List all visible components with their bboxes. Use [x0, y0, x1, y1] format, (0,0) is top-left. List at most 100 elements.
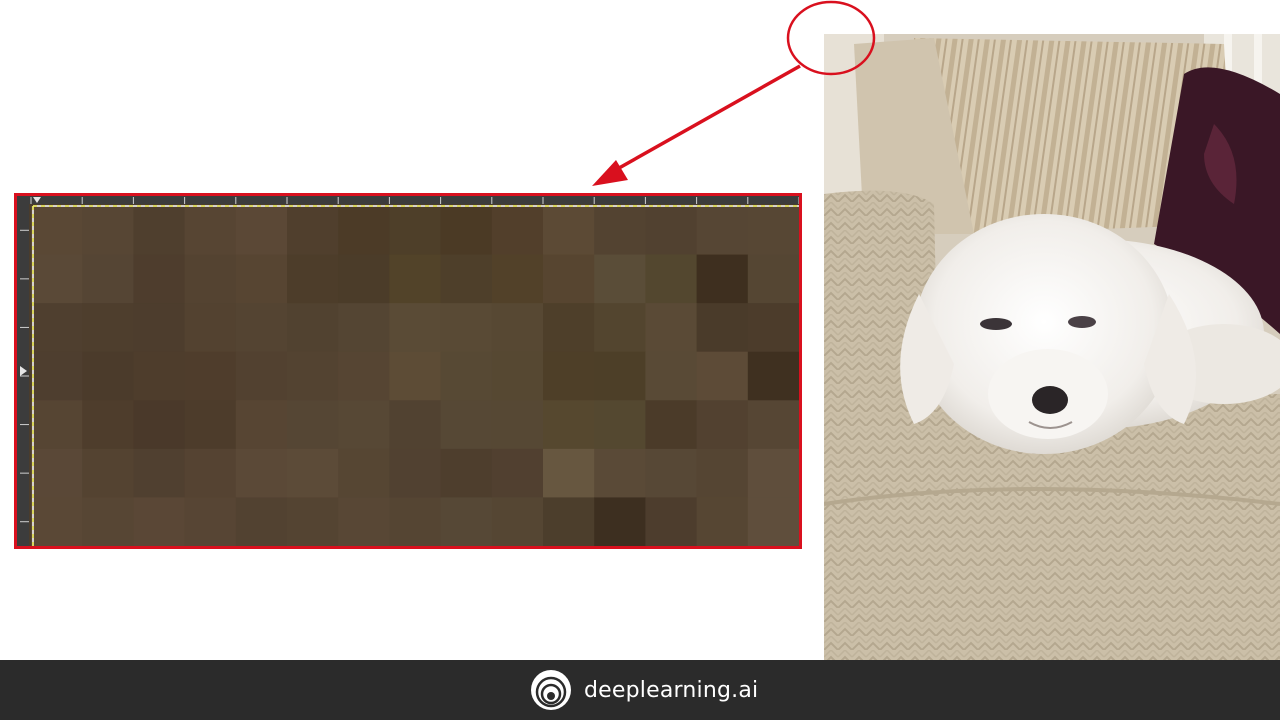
pixel-cell	[287, 400, 339, 450]
pixel-cell	[747, 448, 799, 499]
pixel-cell	[31, 206, 83, 256]
pixel-cell	[82, 303, 134, 353]
pixel-grid	[17, 196, 799, 546]
pixel-cell	[747, 303, 799, 353]
pixel-cell	[491, 400, 544, 450]
pixel-cell	[491, 448, 544, 499]
pixel-cell	[82, 448, 134, 499]
pixel-cell	[491, 254, 544, 304]
pixel-cell	[696, 351, 749, 401]
pixel-cell	[594, 254, 646, 304]
pixel-cell	[440, 448, 493, 499]
pixel-cell	[491, 303, 544, 353]
pixel-cell	[82, 206, 134, 256]
pixel-cell	[235, 303, 288, 353]
pixel-cell	[747, 254, 799, 304]
pixel-cell	[543, 448, 595, 499]
pixel-cell	[133, 351, 186, 401]
pixel-cell	[235, 254, 288, 304]
pixel-cell	[31, 254, 83, 304]
pixel-cell	[287, 254, 339, 304]
pixel-cell	[440, 254, 493, 304]
pixel-cell	[543, 206, 595, 256]
pixel-cell	[31, 303, 83, 353]
pixel-cell	[645, 400, 698, 450]
pixel-cell	[389, 351, 442, 401]
pixel-cell	[287, 351, 339, 401]
pixel-cell	[696, 497, 749, 546]
pixel-cell	[338, 351, 390, 401]
pixel-cell	[235, 400, 288, 450]
pixel-cell	[184, 254, 237, 304]
pixel-cell	[338, 448, 390, 499]
pixel-cell	[440, 351, 493, 401]
pixel-cell	[389, 303, 442, 353]
pixel-cell	[31, 351, 83, 401]
pixel-cell	[491, 497, 544, 546]
pixel-cell	[747, 497, 799, 546]
pixel-cell	[645, 497, 698, 546]
pixel-cell	[389, 448, 442, 499]
pixel-cell	[696, 400, 749, 450]
pixel-cell	[594, 303, 646, 353]
pixel-cell	[440, 400, 493, 450]
pixel-cell	[645, 254, 698, 304]
pixel-cell	[594, 351, 646, 401]
pixel-cell	[389, 206, 442, 256]
pixel-cell	[696, 254, 749, 304]
pixel-cell	[440, 497, 493, 546]
pixel-cell	[287, 497, 339, 546]
pixel-cell	[184, 206, 237, 256]
pixel-cell	[645, 351, 698, 401]
pixel-cell	[696, 448, 749, 499]
pixel-cell	[440, 303, 493, 353]
pixel-cell	[747, 400, 799, 450]
pixel-cell	[440, 206, 493, 256]
pixel-cell	[543, 400, 595, 450]
pixel-cell	[184, 400, 237, 450]
pixel-cell	[287, 303, 339, 353]
pixel-cell	[338, 254, 390, 304]
pixel-cell	[594, 400, 646, 450]
pixel-cell	[645, 206, 698, 256]
pixel-cell	[645, 303, 698, 353]
dog-photo	[824, 34, 1280, 660]
brand-name: deeplearning.ai	[584, 677, 759, 703]
pixel-cell	[543, 351, 595, 401]
pixel-cell	[31, 448, 83, 499]
pixel-cell	[696, 206, 749, 256]
pixel-cell	[594, 206, 646, 256]
pixel-cell	[287, 206, 339, 256]
pixel-cell	[184, 497, 237, 546]
pixel-cell	[82, 254, 134, 304]
pixel-cell	[287, 448, 339, 499]
pixel-cell	[645, 448, 698, 499]
deeplearning-logo-icon	[531, 670, 571, 710]
pixel-cell	[235, 497, 288, 546]
pixel-cell	[747, 351, 799, 401]
pixel-cell	[235, 351, 288, 401]
pixel-cell	[389, 497, 442, 546]
pixel-cell	[82, 400, 134, 450]
pointer-arrow-head	[592, 160, 628, 186]
zoomed-pixel-region	[14, 193, 802, 549]
pixel-cell	[133, 400, 186, 450]
pixel-cell	[82, 497, 134, 546]
pixel-cell	[31, 497, 83, 546]
pixel-cell	[491, 206, 544, 256]
pixel-cell	[491, 351, 544, 401]
slide-canvas	[0, 0, 1280, 660]
pixel-cell	[543, 303, 595, 353]
pixel-cell	[133, 206, 186, 256]
pixel-cell	[696, 303, 749, 353]
pixel-cell	[338, 206, 390, 256]
pixel-cell	[389, 254, 442, 304]
pixel-cell	[338, 400, 390, 450]
pixel-cell	[133, 303, 186, 353]
dog-photo-image	[824, 34, 1280, 660]
pixel-cell	[338, 303, 390, 353]
pixel-cell	[184, 303, 237, 353]
pixel-cell	[594, 497, 646, 546]
pixel-cell	[184, 448, 237, 499]
pixel-cell	[235, 448, 288, 499]
